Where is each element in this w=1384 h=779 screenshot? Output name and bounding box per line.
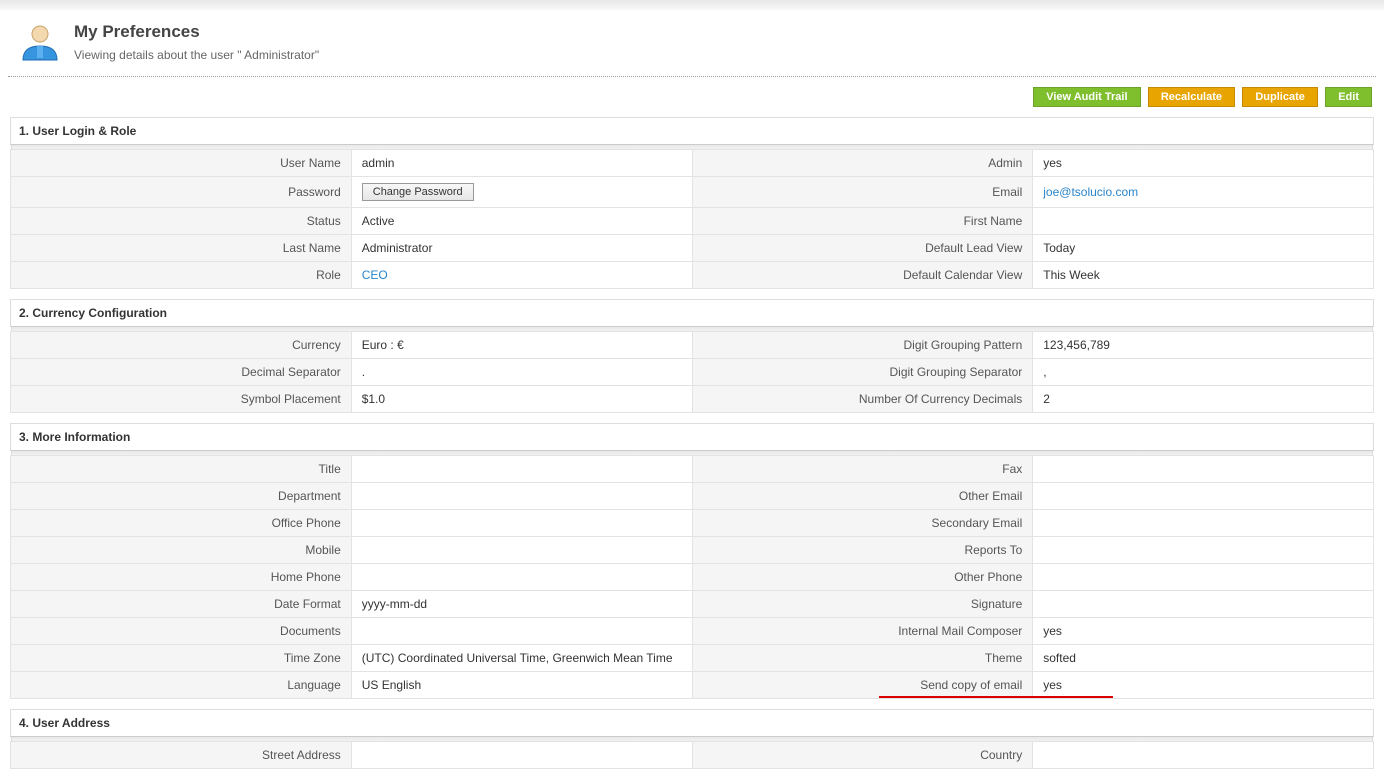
duplicate-button[interactable]: Duplicate xyxy=(1242,87,1318,107)
value-leadview: Today xyxy=(1033,235,1374,262)
value-officephone xyxy=(351,510,692,537)
label-leadview: Default Lead View xyxy=(692,235,1033,262)
label-symbol: Symbol Placement xyxy=(11,386,352,413)
label-fax: Fax xyxy=(692,456,1033,483)
page-header: My Preferences Viewing details about the… xyxy=(0,10,1384,76)
page-subtitle: Viewing details about the user " Adminis… xyxy=(74,48,319,62)
label-admin: Admin xyxy=(692,150,1033,177)
label-decimals: Number Of Currency Decimals xyxy=(692,386,1033,413)
value-currency: Euro : € xyxy=(351,332,692,359)
label-country: Country xyxy=(692,742,1033,769)
label-decimal: Decimal Separator xyxy=(11,359,352,386)
section-header: 1. User Login & Role xyxy=(10,117,1374,145)
value-decimal: . xyxy=(351,359,692,386)
label-digitgroup: Digit Grouping Pattern xyxy=(692,332,1033,359)
value-mobile xyxy=(351,537,692,564)
value-password: Change Password xyxy=(351,177,692,208)
label-documents: Documents xyxy=(11,618,352,645)
section-user-login-role: 1. User Login & Role User Name admin Adm… xyxy=(10,117,1374,289)
section-user-address: 4. User Address Street Address Country xyxy=(10,709,1374,769)
value-role: CEO xyxy=(351,262,692,289)
value-symbol: $1.0 xyxy=(351,386,692,413)
value-fax xyxy=(1033,456,1374,483)
value-mailcomposer: yes xyxy=(1033,618,1374,645)
value-username: admin xyxy=(351,150,692,177)
label-password: Password xyxy=(11,177,352,208)
role-link[interactable]: CEO xyxy=(362,268,388,282)
view-audit-trail-button[interactable]: View Audit Trail xyxy=(1033,87,1140,107)
value-decimals: 2 xyxy=(1033,386,1374,413)
label-otherphone: Other Phone xyxy=(692,564,1033,591)
action-bar: View Audit Trail Recalculate Duplicate E… xyxy=(0,77,1384,113)
value-department xyxy=(351,483,692,510)
value-email: joe@tsolucio.com xyxy=(1033,177,1374,208)
recalculate-button[interactable]: Recalculate xyxy=(1148,87,1235,107)
currency-table: Currency Euro : € Digit Grouping Pattern… xyxy=(10,331,1374,413)
user-profile-icon xyxy=(18,20,62,64)
value-secondaryemail xyxy=(1033,510,1374,537)
label-street: Street Address xyxy=(11,742,352,769)
label-reportsto: Reports To xyxy=(692,537,1033,564)
label-mobile: Mobile xyxy=(11,537,352,564)
value-otherphone xyxy=(1033,564,1374,591)
value-language: US English xyxy=(351,672,692,699)
label-lastname: Last Name xyxy=(11,235,352,262)
value-groupsep: , xyxy=(1033,359,1374,386)
value-homephone xyxy=(351,564,692,591)
label-homephone: Home Phone xyxy=(11,564,352,591)
label-officephone: Office Phone xyxy=(11,510,352,537)
label-otheremail: Other Email xyxy=(692,483,1033,510)
label-username: User Name xyxy=(11,150,352,177)
section-header: 2. Currency Configuration xyxy=(10,299,1374,327)
label-role: Role xyxy=(11,262,352,289)
value-dateformat: yyyy-mm-dd xyxy=(351,591,692,618)
value-status: Active xyxy=(351,208,692,235)
label-theme: Theme xyxy=(692,645,1033,672)
label-groupsep: Digit Grouping Separator xyxy=(692,359,1033,386)
more-info-table: Title Fax Department Other Email Office … xyxy=(10,455,1374,699)
label-secondaryemail: Secondary Email xyxy=(692,510,1033,537)
value-documents xyxy=(351,618,692,645)
login-table: User Name admin Admin yes Password Chang… xyxy=(10,149,1374,289)
value-firstname xyxy=(1033,208,1374,235)
value-theme: softed xyxy=(1033,645,1374,672)
edit-button[interactable]: Edit xyxy=(1325,87,1372,107)
change-password-button[interactable]: Change Password xyxy=(362,183,474,201)
section-currency-config: 2. Currency Configuration Currency Euro … xyxy=(10,299,1374,413)
label-firstname: First Name xyxy=(692,208,1033,235)
value-signature xyxy=(1033,591,1374,618)
label-currency: Currency xyxy=(11,332,352,359)
label-email: Email xyxy=(692,177,1033,208)
value-title xyxy=(351,456,692,483)
value-country xyxy=(1033,742,1374,769)
section-more-information: 3. More Information Title Fax Department… xyxy=(10,423,1374,699)
label-timezone: Time Zone xyxy=(11,645,352,672)
label-sendcopy: Send copy of email xyxy=(692,672,1033,699)
label-status: Status xyxy=(11,208,352,235)
label-mailcomposer: Internal Mail Composer xyxy=(692,618,1033,645)
email-link[interactable]: joe@tsolucio.com xyxy=(1043,185,1138,199)
value-admin: yes xyxy=(1033,150,1374,177)
value-digitgroup: 123,456,789 xyxy=(1033,332,1374,359)
label-calview: Default Calendar View xyxy=(692,262,1033,289)
value-otheremail xyxy=(1033,483,1374,510)
value-reportsto xyxy=(1033,537,1374,564)
label-department: Department xyxy=(11,483,352,510)
section-header: 3. More Information xyxy=(10,423,1374,451)
value-calview: This Week xyxy=(1033,262,1374,289)
value-lastname: Administrator xyxy=(351,235,692,262)
page-title: My Preferences xyxy=(74,22,319,42)
label-title: Title xyxy=(11,456,352,483)
value-timezone: (UTC) Coordinated Universal Time, Greenw… xyxy=(351,645,692,672)
label-dateformat: Date Format xyxy=(11,591,352,618)
label-signature: Signature xyxy=(692,591,1033,618)
value-street xyxy=(351,742,692,769)
value-sendcopy: yes xyxy=(1033,672,1374,699)
top-gradient xyxy=(0,0,1384,10)
section-header: 4. User Address xyxy=(10,709,1374,737)
label-language: Language xyxy=(11,672,352,699)
